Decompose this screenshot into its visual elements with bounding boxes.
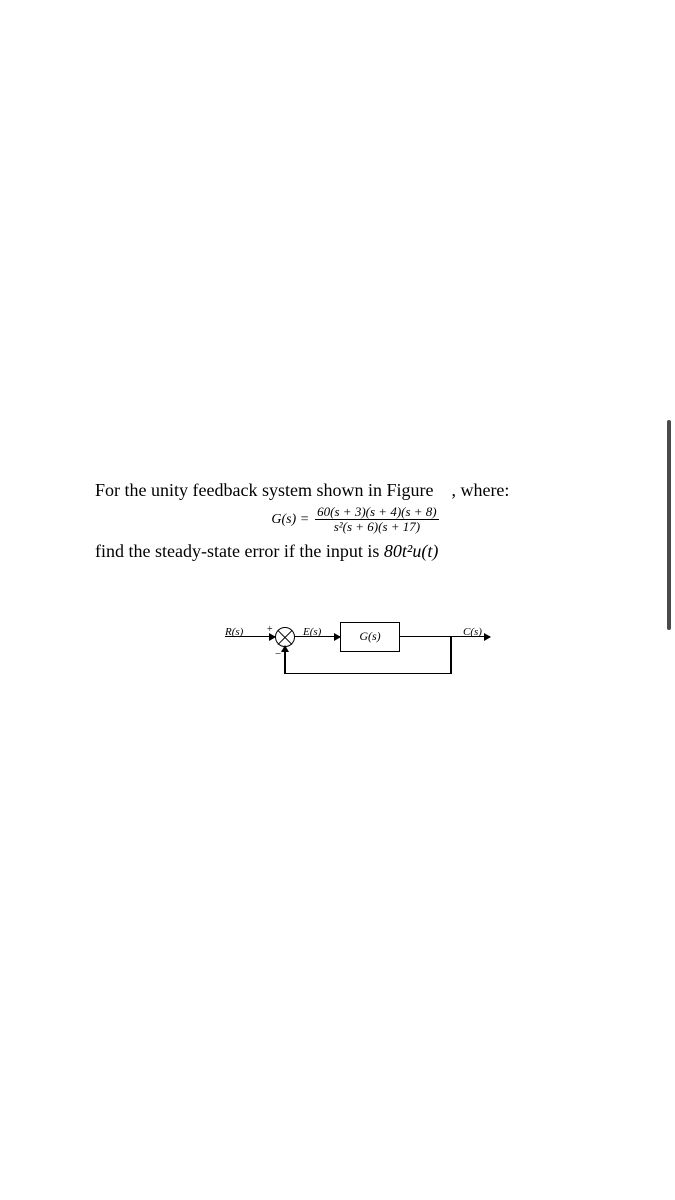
line3-input: 80t²u(t) bbox=[384, 541, 438, 561]
diagram-line bbox=[225, 636, 275, 638]
diagram-arrow bbox=[269, 633, 276, 641]
line1-suffix: , where: bbox=[451, 480, 509, 500]
scrollbar[interactable] bbox=[667, 420, 671, 630]
diagram-line bbox=[450, 636, 452, 674]
diagram-line bbox=[400, 636, 490, 638]
problem-statement-line1: For the unity feedback system shown in F… bbox=[95, 480, 615, 501]
line3-prefix: find the steady-state error if the input… bbox=[95, 541, 384, 561]
block-diagram: R(s) + − E(s) G(s) C(s) bbox=[225, 612, 525, 692]
diagram-line bbox=[285, 673, 451, 675]
problem-content: For the unity feedback system shown in F… bbox=[95, 480, 615, 692]
summing-junction bbox=[275, 627, 295, 647]
problem-statement-line3: find the steady-state error if the input… bbox=[95, 541, 615, 562]
plant-block: G(s) bbox=[340, 622, 400, 652]
diagram-arrow bbox=[484, 633, 491, 641]
transfer-function-equation: G(s) = 60(s + 3)(s + 4)(s + 8) s²(s + 6)… bbox=[95, 505, 615, 535]
diagram-arrow bbox=[281, 645, 289, 652]
equation-fraction: 60(s + 3)(s + 4)(s + 8) s²(s + 6)(s + 17… bbox=[315, 505, 438, 535]
equation-lhs: G(s) = bbox=[271, 512, 309, 528]
equation-denominator: s²(s + 6)(s + 17) bbox=[332, 520, 422, 534]
equation-numerator: 60(s + 3)(s + 4)(s + 8) bbox=[315, 505, 438, 520]
plant-block-label: G(s) bbox=[359, 629, 380, 644]
diagram-arrow bbox=[334, 633, 341, 641]
line1-prefix: For the unity feedback system shown in F… bbox=[95, 480, 433, 500]
